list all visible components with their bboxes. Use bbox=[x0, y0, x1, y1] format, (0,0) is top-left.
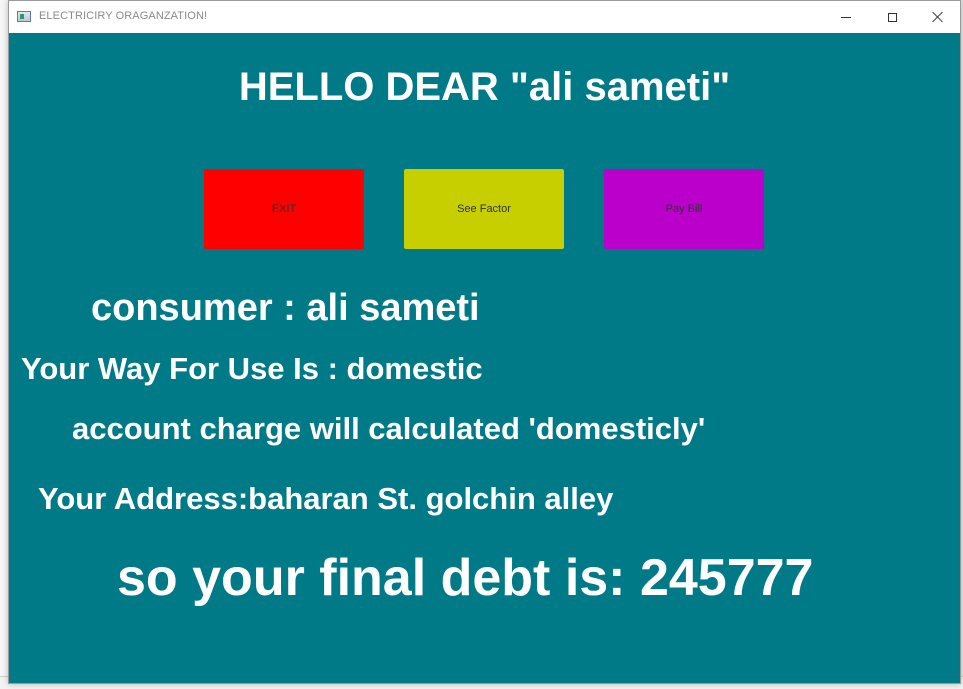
pay-bill-button[interactable]: Pay Bill bbox=[604, 169, 764, 249]
desktop: ELECTRICIRY ORAGANZATION! HELLO DEAR "al… bbox=[0, 0, 963, 689]
greeting-heading: HELLO DEAR "ali sameti" bbox=[238, 65, 731, 109]
close-icon bbox=[932, 11, 944, 23]
exit-button[interactable]: EXIT bbox=[204, 169, 364, 249]
app-window: ELECTRICIRY ORAGANZATION! HELLO DEAR "al… bbox=[8, 0, 961, 684]
close-button[interactable] bbox=[915, 1, 961, 33]
charge-note-label: account charge will calculated 'domestic… bbox=[72, 411, 706, 446]
usage-type-label: Your Way For Use Is : domestic bbox=[21, 351, 483, 386]
see-factor-button[interactable]: See Factor bbox=[404, 169, 564, 249]
final-debt-label: so your final debt is: 245777 bbox=[117, 549, 814, 607]
consumer-label: consumer : ali sameti bbox=[91, 287, 480, 329]
maximize-icon bbox=[887, 12, 897, 22]
title-bar[interactable]: ELECTRICIRY ORAGANZATION! bbox=[9, 1, 960, 33]
window-title: ELECTRICIRY ORAGANZATION! bbox=[39, 10, 208, 22]
minimize-icon bbox=[841, 16, 851, 18]
maximize-button[interactable] bbox=[869, 1, 915, 33]
main-panel: HELLO DEAR "ali sameti" EXIT See Factor … bbox=[9, 33, 960, 683]
address-label: Your Address:baharan St. golchin alley bbox=[38, 481, 614, 516]
minimize-button[interactable] bbox=[823, 1, 869, 33]
java-app-icon bbox=[17, 11, 31, 22]
